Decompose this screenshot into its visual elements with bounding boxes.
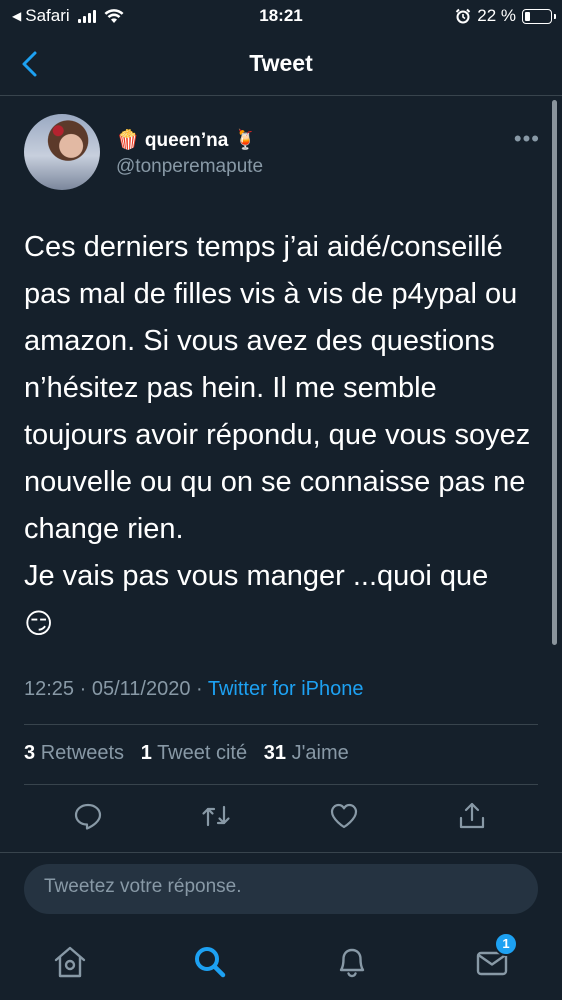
reply-input[interactable]: Tweetez votre réponse.	[44, 876, 242, 898]
likes-label: J'aime	[291, 742, 349, 764]
tweet-detail-screen: ◀ Safari 18:21 22 % Tweet 🍿 queen’na 🍹 @…	[0, 0, 562, 1000]
tweet-text: Ces derniers temps j’ai aidé/conseillé p…	[24, 224, 544, 648]
retweets-label: Retweets	[40, 742, 125, 764]
home-icon[interactable]	[50, 942, 90, 982]
battery-percent: 22 %	[477, 6, 516, 25]
battery-level	[525, 11, 530, 21]
status-right: 22 %	[455, 6, 556, 26]
retweets-stat[interactable]: 3 Retweets	[24, 742, 124, 764]
likes-stat[interactable]: 31 J'aime	[264, 742, 349, 764]
reply-icon[interactable]	[72, 800, 104, 832]
divider	[24, 784, 538, 785]
quotes-count: 1	[140, 742, 152, 764]
smirk-emoji: 😏	[24, 608, 54, 639]
likes-count: 31	[263, 742, 287, 764]
retweets-count: 3	[24, 742, 36, 764]
tweet-source-link[interactable]: Twitter for iPhone	[208, 678, 364, 700]
tab-bar: 1	[0, 930, 562, 1000]
search-icon[interactable]	[190, 942, 230, 982]
messages-tab[interactable]: 1	[472, 932, 518, 982]
divider	[0, 852, 562, 853]
display-name[interactable]: 🍿 queen’na 🍹	[116, 128, 257, 152]
avatar[interactable]	[24, 114, 100, 190]
alarm-icon	[456, 8, 471, 24]
page-title: Tweet	[249, 50, 313, 76]
reply-box[interactable]: Tweetez votre réponse.	[24, 864, 538, 914]
retweet-icon[interactable]	[200, 800, 232, 832]
more-options-icon[interactable]: •••	[514, 126, 540, 152]
quotes-label: Tweet cité	[157, 742, 248, 764]
share-icon[interactable]	[456, 800, 488, 832]
status-bar: ◀ Safari 18:21 22 %	[0, 0, 562, 34]
scrollbar[interactable]	[552, 100, 557, 645]
like-icon[interactable]	[328, 800, 360, 832]
messages-badge: 1	[494, 932, 518, 956]
nav-bar: Tweet	[0, 34, 562, 96]
tweet-body: Ces derniers temps j’ai aidé/conseillé p…	[24, 231, 531, 592]
tweet-timestamp: 12:25 · 05/11/2020 ·	[24, 678, 208, 700]
divider	[24, 724, 538, 725]
notifications-icon[interactable]	[332, 942, 372, 982]
tweet-meta: 12:25 · 05/11/2020 · Twitter for iPhone	[24, 678, 363, 701]
quotes-stat[interactable]: 1 Tweet cité	[141, 742, 247, 764]
tweet-actions	[0, 800, 562, 836]
tweet-stats: 3 Retweets 1 Tweet cité 31 J'aime	[24, 742, 349, 765]
user-handle[interactable]: @tonperemapute	[116, 156, 263, 178]
battery-icon	[522, 8, 556, 24]
